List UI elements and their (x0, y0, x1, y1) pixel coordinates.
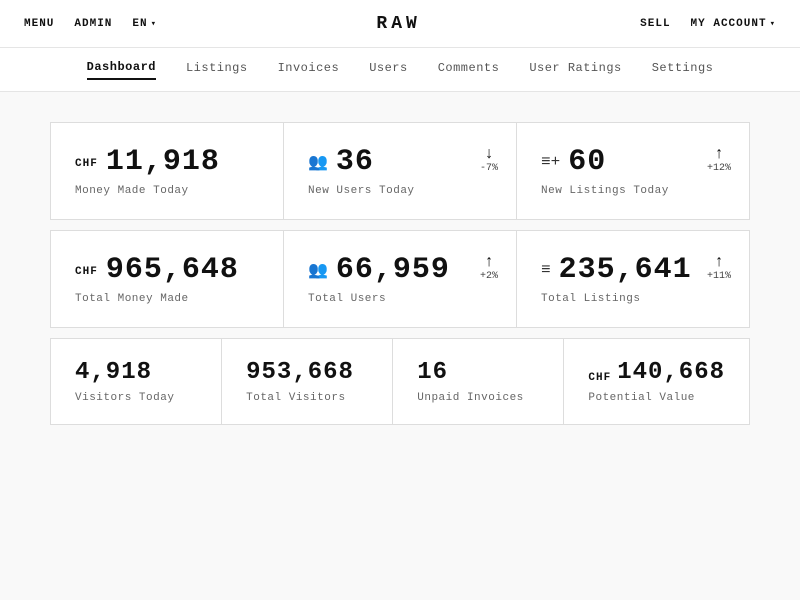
menu-button[interactable]: MENU (24, 18, 54, 30)
users-icon: 👥 (308, 260, 328, 280)
tab-invoices[interactable]: Invoices (278, 61, 340, 79)
new-users-label: New Users Today (308, 185, 492, 197)
total-visitors-label: Total Visitors (246, 392, 368, 404)
trend-arrow-icon: ↑ (714, 145, 724, 163)
main-content: CHF 11,918 Money Made Today ↓ -7% 👥 36 N… (0, 92, 800, 600)
trend-pct: +2% (480, 271, 498, 282)
total-users-value: 66,959 (336, 253, 450, 287)
total-listings-trend: ↑ +11% (707, 253, 731, 282)
chevron-down-icon: ▾ (151, 19, 157, 29)
trend-pct: +11% (707, 271, 731, 282)
card-value-line: CHF 11,918 (75, 145, 259, 179)
user-add-icon: 👥 (308, 152, 328, 172)
trend-pct: +12% (707, 163, 731, 174)
new-users-value: 36 (336, 145, 374, 179)
stats-row-1: CHF 11,918 Money Made Today ↓ -7% 👥 36 N… (50, 122, 750, 220)
tab-listings[interactable]: Listings (186, 61, 248, 79)
card-visitors-today: 4,918 Visitors Today (51, 339, 222, 424)
unpaid-invoices-value: 16 (417, 359, 539, 386)
new-users-trend: ↓ -7% (480, 145, 498, 174)
lang-selector[interactable]: EN ▾ (132, 18, 157, 30)
currency-label: CHF (75, 266, 98, 278)
visitors-today-label: Visitors Today (75, 392, 197, 404)
new-listings-value: 60 (568, 145, 606, 179)
potential-value-main: CHF 140,668 (588, 359, 725, 392)
new-listings-trend: ↑ +12% (707, 145, 731, 174)
potential-value-label: Potential Value (588, 392, 725, 404)
sub-nav: Dashboard Listings Invoices Users Commen… (0, 48, 800, 92)
card-value-line: ≡ 235,641 (541, 253, 725, 287)
card-money-today: CHF 11,918 Money Made Today (51, 123, 284, 219)
card-potential-value: CHF 140,668 Potential Value (564, 339, 749, 424)
card-value-line: CHF 965,648 (75, 253, 259, 287)
money-today-label: Money Made Today (75, 185, 259, 197)
total-listings-label: Total Listings (541, 293, 725, 305)
tab-comments[interactable]: Comments (438, 61, 500, 79)
sell-button[interactable]: SELL (640, 18, 670, 30)
trend-arrow-icon: ↑ (714, 253, 724, 271)
money-today-value: 11,918 (106, 145, 220, 179)
potential-value-value: 140,668 (617, 359, 725, 386)
tab-users[interactable]: Users (369, 61, 408, 79)
currency-label: CHF (588, 372, 611, 384)
tab-settings[interactable]: Settings (652, 61, 714, 79)
card-value-line: 👥 66,959 (308, 253, 492, 287)
card-unpaid-invoices: 16 Unpaid Invoices (393, 339, 564, 424)
new-listings-label: New Listings Today (541, 185, 725, 197)
tab-dashboard[interactable]: Dashboard (87, 60, 156, 80)
trend-pct: -7% (480, 163, 498, 174)
tab-user-ratings[interactable]: User Ratings (529, 61, 621, 79)
total-users-trend: ↑ +2% (480, 253, 498, 282)
visitors-today-value: 4,918 (75, 359, 197, 386)
stats-row-3: 4,918 Visitors Today 953,668 Total Visit… (50, 338, 750, 425)
card-total-listings: ↑ +11% ≡ 235,641 Total Listings (517, 231, 749, 327)
card-new-users: ↓ -7% 👥 36 New Users Today (284, 123, 517, 219)
total-money-label: Total Money Made (75, 293, 259, 305)
card-value-line: 👥 36 (308, 145, 492, 179)
total-listings-value: 235,641 (559, 253, 692, 287)
trend-arrow-icon: ↓ (484, 145, 494, 163)
chevron-down-icon: ▾ (770, 19, 776, 29)
card-total-visitors: 953,668 Total Visitors (222, 339, 393, 424)
app-logo: RAW (376, 14, 420, 34)
stats-row-2: CHF 965,648 Total Money Made ↑ +2% 👥 66,… (50, 230, 750, 328)
admin-button[interactable]: ADMIN (74, 18, 112, 30)
trend-arrow-icon: ↑ (484, 253, 494, 271)
top-nav: MENU ADMIN EN ▾ RAW SELL MY ACCOUNT ▾ (0, 0, 800, 48)
top-nav-right: SELL MY ACCOUNT ▾ (640, 18, 776, 30)
currency-label: CHF (75, 158, 98, 170)
card-total-money: CHF 965,648 Total Money Made (51, 231, 284, 327)
card-total-users: ↑ +2% 👥 66,959 Total Users (284, 231, 517, 327)
total-visitors-value: 953,668 (246, 359, 368, 386)
listings-add-icon: ≡+ (541, 153, 560, 171)
card-new-listings: ↑ +12% ≡+ 60 New Listings Today (517, 123, 749, 219)
top-nav-left: MENU ADMIN EN ▾ (24, 18, 157, 30)
card-value-line: ≡+ 60 (541, 145, 725, 179)
total-money-value: 965,648 (106, 253, 239, 287)
total-users-label: Total Users (308, 293, 492, 305)
my-account-button[interactable]: MY ACCOUNT ▾ (691, 18, 776, 30)
listings-icon: ≡ (541, 261, 551, 279)
unpaid-invoices-label: Unpaid Invoices (417, 392, 539, 404)
